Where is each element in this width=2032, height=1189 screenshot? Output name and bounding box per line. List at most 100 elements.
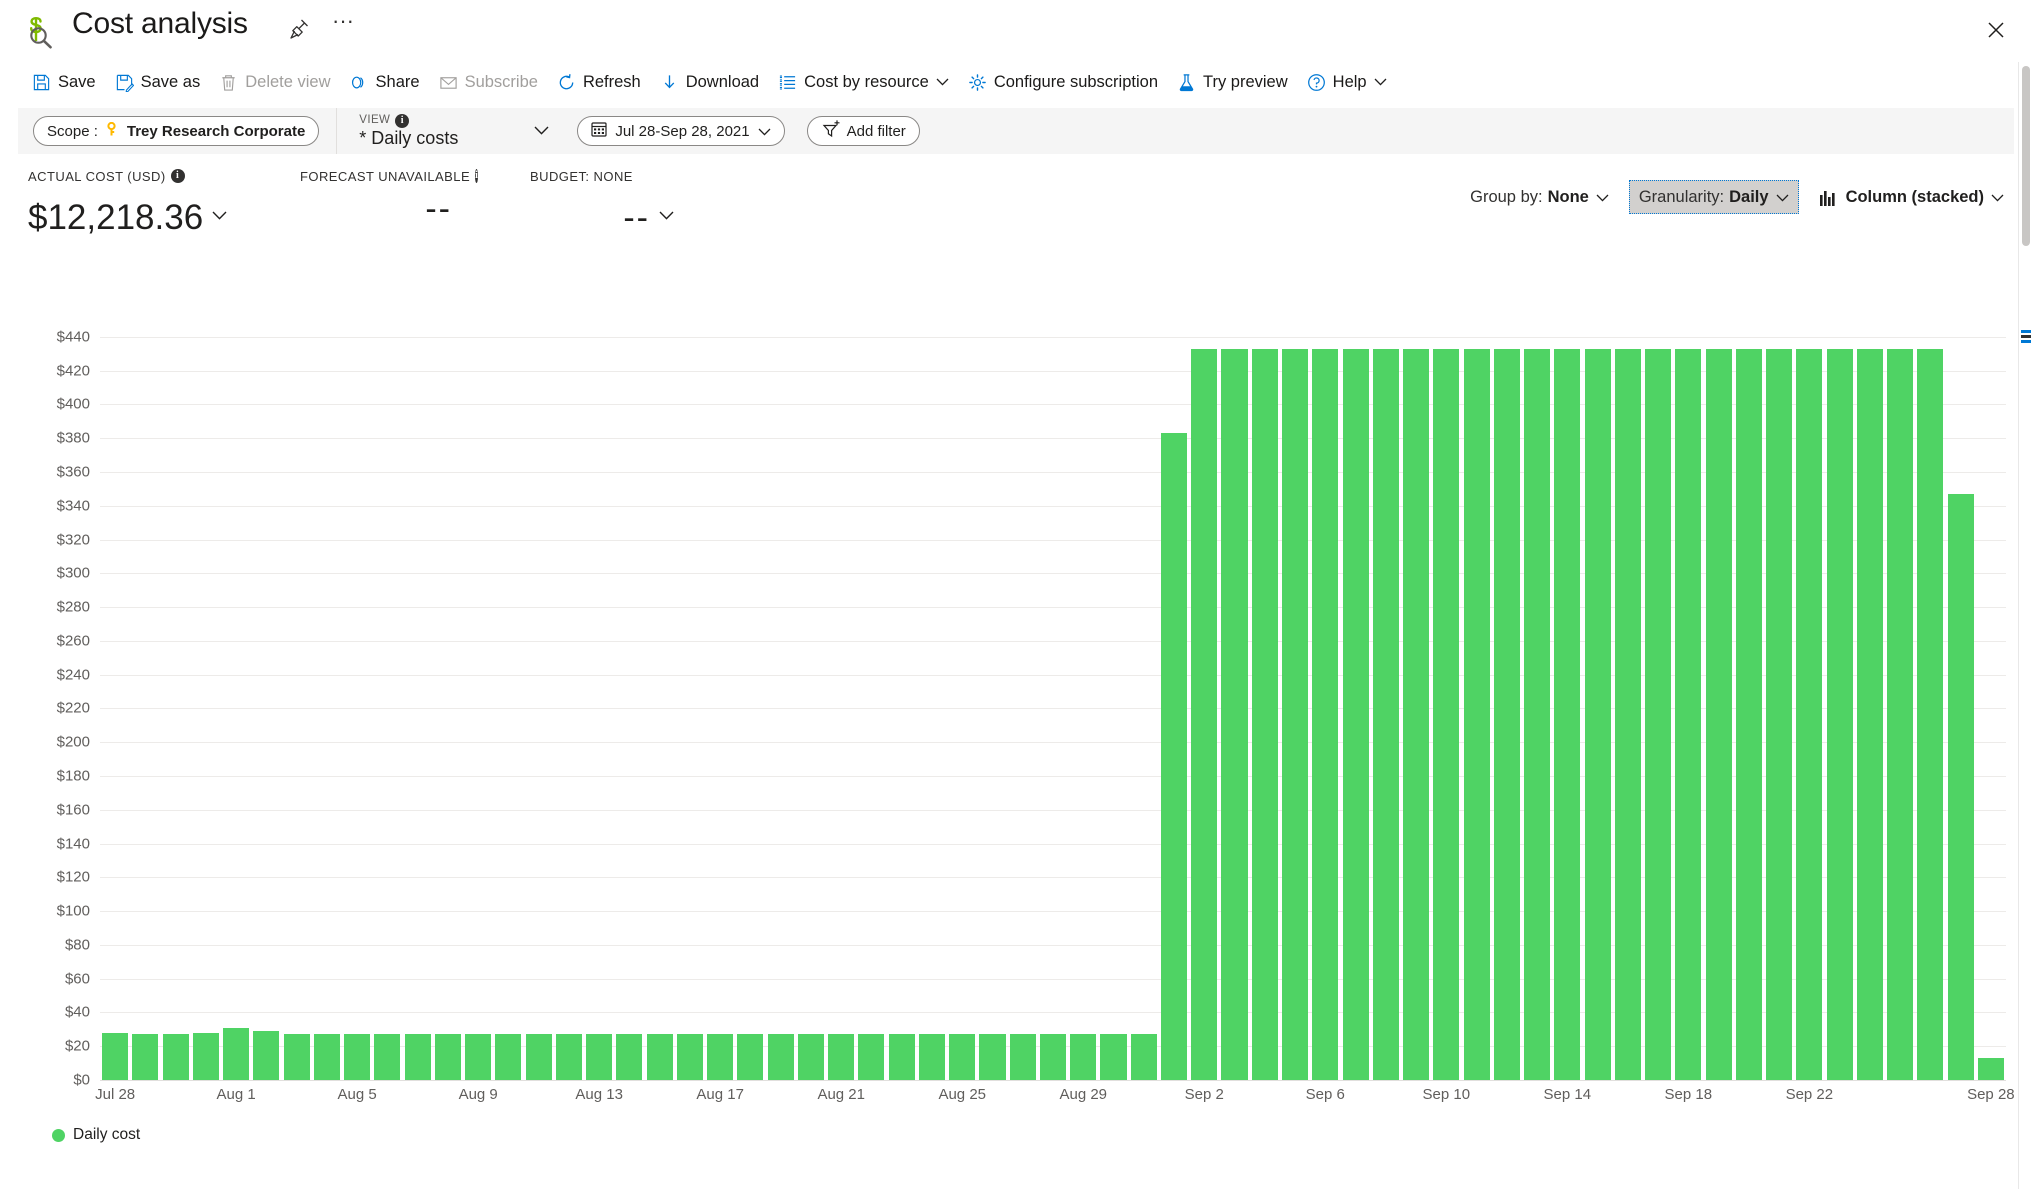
save-as-button[interactable]: Save as [107,65,209,99]
bar[interactable] [1010,1034,1036,1080]
bar[interactable] [284,1034,310,1080]
vertical-scrollbar[interactable] [2018,62,2032,1189]
bar[interactable] [889,1034,915,1080]
bar[interactable] [1191,349,1217,1080]
y-axis-tick-label: $280 [57,599,90,616]
y-axis-tick-label: $100 [57,903,90,920]
bar[interactable] [768,1034,794,1080]
bar[interactable] [707,1034,733,1080]
date-range-selector[interactable]: Jul 28-Sep 28, 2021 [577,116,784,146]
scope-selector[interactable]: Scope : Trey Research Corporate [33,116,319,146]
granularity-selector[interactable]: Granularity: Daily [1629,180,1799,214]
save-button[interactable]: Save [24,65,104,99]
pin-icon[interactable] [286,16,312,42]
share-button[interactable]: Share [342,65,428,99]
bar[interactable] [1645,349,1671,1080]
kpi-budget-caption-row: BUDGET: NONE [530,168,680,184]
bar[interactable] [949,1034,975,1080]
cost-by-resource-button[interactable]: Cost by resource [770,65,957,99]
download-button[interactable]: Download [652,65,767,99]
bar[interactable] [1585,349,1611,1080]
bar[interactable] [1706,349,1732,1080]
bar[interactable] [1554,349,1580,1080]
bar[interactable] [1312,349,1338,1080]
chart-type-selector[interactable]: Column (stacked) [1809,180,2014,214]
help-button[interactable]: Help [1299,65,1395,99]
bar[interactable] [1887,349,1913,1080]
group-by-selector[interactable]: Group by: None [1460,180,1619,214]
bar[interactable] [1524,349,1550,1080]
refresh-button[interactable]: Refresh [549,65,649,99]
close-icon[interactable] [1976,10,2016,50]
configure-subscription-button[interactable]: Configure subscription [960,65,1166,99]
y-axis-tick-label: $220 [57,700,90,717]
subscribe-button[interactable]: Subscribe [431,65,546,99]
bar[interactable] [828,1034,854,1080]
bar[interactable] [1857,349,1883,1080]
bar[interactable] [1221,349,1247,1080]
bar[interactable] [1827,349,1853,1080]
bar[interactable] [1675,349,1701,1080]
bar[interactable] [495,1034,521,1080]
bar[interactable] [647,1034,673,1080]
bar[interactable] [223,1028,249,1080]
try-preview-button[interactable]: Try preview [1169,65,1296,99]
refresh-label: Refresh [583,73,641,92]
bar[interactable] [1343,349,1369,1080]
y-axis-tick-label: $40 [65,1004,90,1021]
info-icon[interactable]: i [395,114,409,128]
bar[interactable] [1403,349,1429,1080]
bar[interactable] [586,1034,612,1080]
bar[interactable] [1736,349,1762,1080]
bar[interactable] [1433,349,1459,1080]
scrollbar-thumb[interactable] [2022,66,2030,246]
info-icon[interactable]: i [475,169,478,183]
bar[interactable] [1494,349,1520,1080]
kpi-budget-value-row[interactable]: -- [530,188,680,239]
bar[interactable] [919,1034,945,1080]
info-icon[interactable]: i [171,169,185,183]
bar[interactable] [1161,433,1187,1080]
bar[interactable] [979,1034,1005,1080]
bar[interactable] [405,1034,431,1080]
bar[interactable] [1373,349,1399,1080]
more-options-button[interactable]: ··· [330,14,356,40]
bar[interactable] [1948,494,1974,1080]
kpi-budget: BUDGET: NONE -- [530,168,680,239]
bar[interactable] [1070,1034,1096,1080]
bar[interactable] [193,1033,219,1080]
bar[interactable] [1282,349,1308,1080]
add-filter-button[interactable]: Add filter [807,116,920,146]
chart-legend[interactable]: Daily cost [52,1126,140,1144]
bar[interactable] [556,1034,582,1080]
bar[interactable] [737,1034,763,1080]
bar[interactable] [1796,349,1822,1080]
bar[interactable] [1252,349,1278,1080]
kpi-actual-value-row[interactable]: $12,218.36 [28,188,227,239]
bar[interactable] [1464,349,1490,1080]
view-selector[interactable]: VIEW i * Daily costs [353,108,555,154]
title-bar: Cost analysis ··· [0,0,2032,62]
bar[interactable] [435,1034,461,1080]
bar[interactable] [465,1034,491,1080]
bar[interactable] [526,1034,552,1080]
bar[interactable] [102,1033,128,1080]
bar[interactable] [344,1034,370,1080]
bar[interactable] [1040,1034,1066,1080]
bar[interactable] [1100,1034,1126,1080]
bar[interactable] [314,1034,340,1080]
bar[interactable] [1917,349,1943,1080]
bar[interactable] [163,1034,189,1080]
bar[interactable] [858,1034,884,1080]
bar[interactable] [1131,1034,1157,1080]
bar[interactable] [253,1031,279,1080]
bar[interactable] [1615,349,1641,1080]
bar[interactable] [374,1034,400,1080]
bar[interactable] [1978,1058,2004,1080]
bar[interactable] [616,1034,642,1080]
bar[interactable] [1766,349,1792,1080]
bar[interactable] [677,1034,703,1080]
bar[interactable] [798,1034,824,1080]
bar[interactable] [132,1034,158,1080]
delete-view-button[interactable]: Delete view [211,65,338,99]
